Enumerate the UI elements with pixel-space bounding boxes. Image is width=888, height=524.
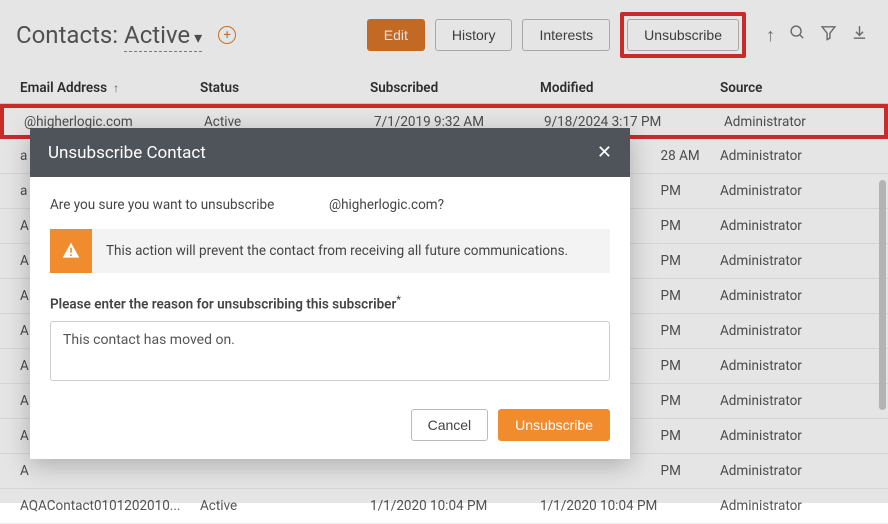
confirm-text: Are you sure you want to unsubscribe @hi… (50, 197, 610, 213)
unsubscribe-modal: Unsubscribe Contact ✕ Are you sure you w… (30, 128, 630, 459)
reason-input[interactable] (50, 321, 610, 381)
close-icon[interactable]: ✕ (597, 142, 612, 163)
cancel-button[interactable]: Cancel (411, 409, 489, 441)
warning-box: This action will prevent the contact fro… (50, 229, 610, 273)
reason-label: Please enter the reason for unsubscribin… (50, 295, 610, 313)
modal-unsubscribe-button[interactable]: Unsubscribe (498, 409, 610, 441)
warning-icon (50, 229, 92, 273)
warning-text: This action will prevent the contact fro… (92, 229, 610, 273)
modal-title: Unsubscribe Contact (48, 143, 206, 163)
